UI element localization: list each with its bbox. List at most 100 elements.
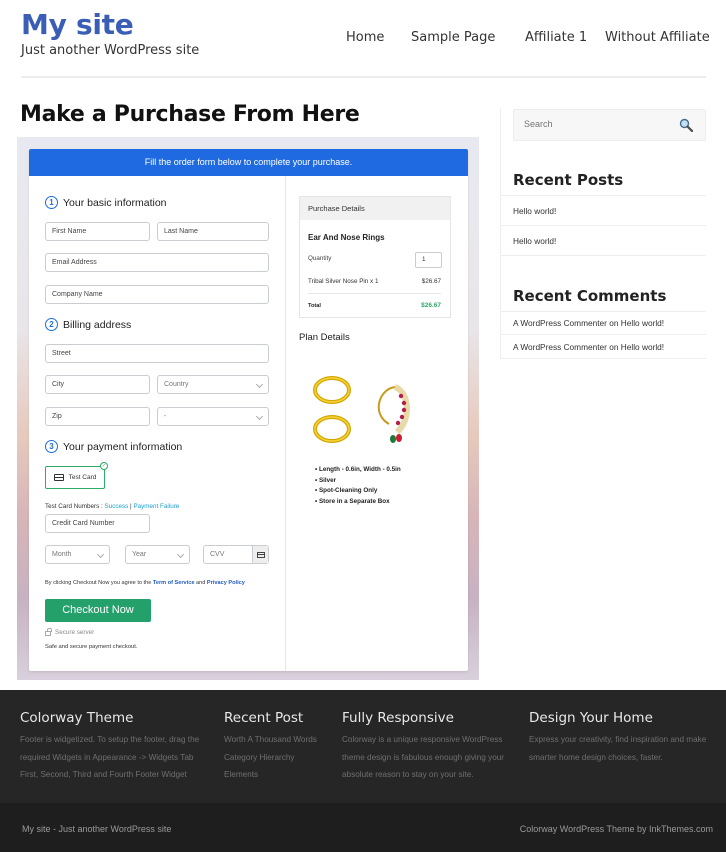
line-item-name: Tribal Silver Nose Pin x 1 — [308, 278, 379, 285]
test-card-option[interactable]: Test Card ✓ — [45, 462, 108, 489]
secure-server-label: Secure server — [55, 629, 95, 636]
privacy-link[interactable]: Privacy Policy — [207, 580, 245, 586]
agreement-text: By clicking Checkout Now you agree to th… — [45, 580, 245, 586]
payment-failure-link[interactable]: Payment Failure — [133, 503, 179, 510]
search-input[interactable] — [524, 119, 664, 129]
recent-comment-link[interactable]: A WordPress Commenter on Hello world! — [513, 342, 664, 352]
order-banner: Fill the order form below to complete yo… — [29, 149, 468, 176]
search-icon[interactable] — [679, 118, 693, 132]
first-name-field[interactable]: First Name — [45, 222, 150, 241]
footer-col-recent-post: Recent Post Worth A Thousand Words Categ… — [224, 710, 317, 784]
safe-checkout-text: Safe and secure payment checkout. — [45, 644, 138, 650]
footer-col-colorway: Colorway Theme Footer is widgetized. To … — [20, 710, 199, 784]
city-field[interactable]: City — [45, 375, 150, 394]
footer-text: required Widgets in Appearance -> Widget… — [20, 752, 194, 762]
widget-divider — [500, 225, 706, 226]
page-title: Make a Purchase From Here — [20, 102, 360, 127]
footer-col-title: Colorway Theme — [20, 710, 134, 726]
feature-item: Length - 0.6in, Width - 0.5in — [315, 465, 401, 476]
footer-col-title: Recent Post — [224, 710, 304, 726]
recent-post-link[interactable]: Hello world! — [513, 206, 556, 216]
plan-features: Length - 0.6in, Width - 0.5in Silver Spo… — [315, 465, 401, 507]
nav-sample-page[interactable]: Sample Page — [411, 30, 495, 45]
order-form-card: Fill the order form below to complete yo… — [29, 149, 468, 671]
product-image — [313, 376, 410, 443]
footer-credit-link[interactable]: Colorway WordPress Theme by InkThemes.co… — [520, 824, 713, 834]
feature-item: Store in a Separate Box — [315, 497, 401, 508]
purchase-details-heading: Purchase Details — [300, 197, 450, 220]
footer-text: theme design is fabulous enough giving y… — [342, 752, 505, 762]
total-divider — [308, 293, 441, 294]
feature-item: Silver — [315, 476, 401, 487]
credit-card-icon — [53, 474, 64, 481]
order-form-screenshot: Fill the order form below to complete yo… — [17, 137, 479, 680]
footer-bottom-bar: My site - Just another WordPress site Co… — [0, 803, 726, 852]
cvv-placeholder: CVV — [210, 551, 225, 558]
check-icon: ✓ — [100, 462, 108, 470]
zip-field[interactable]: Zip — [45, 407, 150, 426]
lock-icon — [45, 628, 52, 636]
footer-site-link[interactable]: My site - Just another WordPress site — [22, 824, 171, 834]
email-field[interactable]: Email Address — [45, 253, 269, 272]
test-card-numbers: Test Card Numbers : Success | Payment Fa… — [45, 503, 179, 510]
nav-without-affiliate[interactable]: Without Affiliate — [605, 30, 710, 45]
line-item-price: $26.67 — [421, 278, 441, 285]
step-label: Your basic information — [63, 196, 167, 209]
gold-hoop-icon — [313, 376, 351, 404]
recent-posts-title: Recent Posts — [513, 171, 624, 189]
step-number-2: 2 — [45, 318, 58, 331]
footer-text: Express your creativity, find inspiratio… — [529, 735, 707, 744]
nose-ring-icon — [377, 384, 410, 443]
recent-post-link[interactable]: Hello world! — [513, 236, 556, 246]
widget-divider — [500, 334, 706, 335]
street-field[interactable]: Street — [45, 344, 269, 363]
gold-hoop-icon — [313, 415, 351, 443]
footer-col-design: Design Your Home Express your creativity… — [529, 710, 706, 766]
step-label: Billing address — [63, 318, 132, 331]
product-name: Ear And Nose Rings — [308, 233, 385, 242]
step-label: Your payment information — [63, 440, 183, 453]
cvv-card-icon — [252, 546, 268, 563]
footer-widgets: Colorway Theme Footer is widgetized. To … — [0, 690, 726, 803]
total-label: Total — [308, 303, 321, 309]
agreement-prefix: By clicking Checkout Now you agree to th… — [45, 580, 153, 586]
widget-divider — [500, 311, 706, 312]
secure-server: Secure server — [45, 628, 95, 636]
month-select[interactable]: Month — [45, 545, 110, 564]
card-number-field[interactable]: Credit Card Number — [45, 514, 150, 533]
widget-divider — [500, 195, 706, 196]
site-header: My site Just another WordPress site Home… — [0, 0, 726, 80]
widget-divider — [500, 358, 706, 359]
footer-col-responsive: Fully Responsive Colorway is a unique re… — [342, 710, 504, 784]
footer-post-link[interactable]: Worth A Thousand Words — [224, 731, 317, 749]
step-payment: 3 Your payment information — [45, 440, 182, 453]
footer-post-link[interactable]: Elements — [224, 766, 317, 784]
feature-item: Spot-Cleaning Only — [315, 486, 401, 497]
year-select[interactable]: Year — [125, 545, 190, 564]
footer-text: smarter home design choices, faster. — [529, 752, 663, 762]
footer-post-link[interactable]: Category Hierarchy — [224, 749, 317, 767]
test-card-label: Test Card — [68, 474, 97, 481]
footer-text: First, Second, Third and Fourth Footer W… — [20, 770, 187, 779]
country-select[interactable]: Country — [157, 375, 269, 394]
nav-home[interactable]: Home — [346, 30, 384, 45]
agreement-and: and — [194, 580, 207, 586]
quantity-input[interactable]: 1 — [415, 252, 442, 268]
footer-text: Footer is widgetized. To setup the foote… — [20, 735, 200, 744]
step-number-1: 1 — [45, 196, 58, 209]
quantity-label: Quantity — [308, 255, 332, 262]
cvv-field[interactable]: CVV — [203, 545, 269, 564]
nav-affiliate-1[interactable]: Affiliate 1 — [525, 30, 587, 45]
success-link[interactable]: Success — [105, 503, 129, 510]
widget-divider — [500, 255, 706, 256]
footer-text: Colorway is a unique responsive WordPres… — [342, 735, 503, 744]
column-divider — [285, 176, 286, 671]
state-select[interactable]: - — [157, 407, 269, 426]
last-name-field[interactable]: Last Name — [157, 222, 269, 241]
terms-link[interactable]: Term of Service — [153, 580, 195, 586]
sidebar-divider — [500, 108, 501, 358]
checkout-button[interactable]: Checkout Now — [45, 599, 151, 622]
recent-comments-title: Recent Comments — [513, 287, 667, 305]
recent-comment-link[interactable]: A WordPress Commenter on Hello world! — [513, 318, 664, 328]
company-field[interactable]: Company Name — [45, 285, 269, 304]
